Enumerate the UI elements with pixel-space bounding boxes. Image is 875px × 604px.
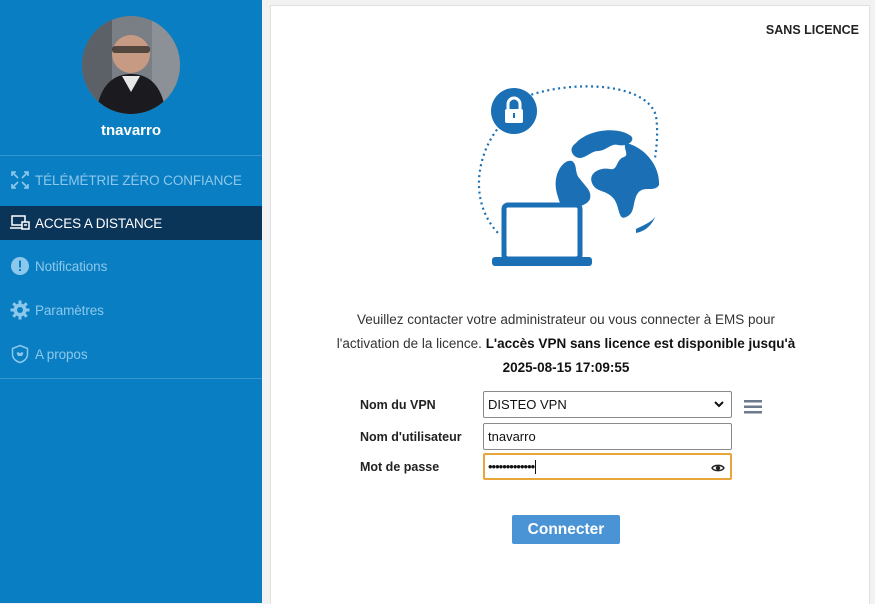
nav-item-label: Paramètres [35,302,104,318]
nav-item-label: TÉLÉMÉTRIE ZÉRO CONFIANCE [35,172,242,188]
avatar[interactable] [82,16,180,114]
alert-icon [9,255,31,277]
nav-item-label: Notifications [35,258,108,274]
nav-item-zero-trust[interactable]: TÉLÉMÉTRIE ZÉRO CONFIANCE [0,162,262,198]
nav-item-about[interactable]: A propos [0,336,262,372]
sidebar: tnavarro TÉLÉMÉTRIE ZÉRO CONFIANCE ACCES… [0,0,262,603]
gear-icon [9,299,31,321]
vpn-menu-icon[interactable] [744,400,762,419]
password-value: ••••••••••••• [488,459,535,474]
remote-access-panel: SANS LICENCE Veuillez contacter votre ad… [270,5,870,604]
connect-button[interactable]: Connecter [512,515,620,544]
password-input[interactable]: ••••••••••••• [483,453,732,480]
chevron-down-icon [713,398,725,413]
nav-item-label: A propos [35,346,88,362]
nav-item-remote-access[interactable]: ACCES A DISTANCE [0,206,262,240]
zero-trust-icon [9,169,31,191]
shield-icon [9,343,31,365]
eye-icon[interactable] [711,461,725,476]
license-status: SANS LICENCE [765,23,859,37]
vpn-name-label: Nom du VPN [360,398,436,412]
vpn-illustration [466,81,676,271]
username-input[interactable]: tnavarro [483,423,732,450]
password-label: Mot de passe [360,460,440,474]
username-value: tnavarro [488,429,536,444]
license-expiry-text: L'accès VPN sans licence est disponible … [485,336,796,375]
text-caret [535,459,537,474]
username-label: Nom d'utilisateur [360,430,462,444]
sidebar-nav: TÉLÉMÉTRIE ZÉRO CONFIANCE ACCES A DISTAN… [0,155,262,379]
vpn-name-value: DISTEO VPN [488,397,567,412]
username: tnavarro [100,122,162,139]
remote-access-icon [9,212,31,234]
nav-item-settings[interactable]: Paramètres [0,292,262,328]
nav-item-notifications[interactable]: Notifications [0,248,262,284]
vpn-name-select[interactable]: DISTEO VPN [483,391,732,418]
license-message: Veuillez contacter votre administrateur … [331,308,801,380]
nav-item-label: ACCES A DISTANCE [35,215,163,231]
